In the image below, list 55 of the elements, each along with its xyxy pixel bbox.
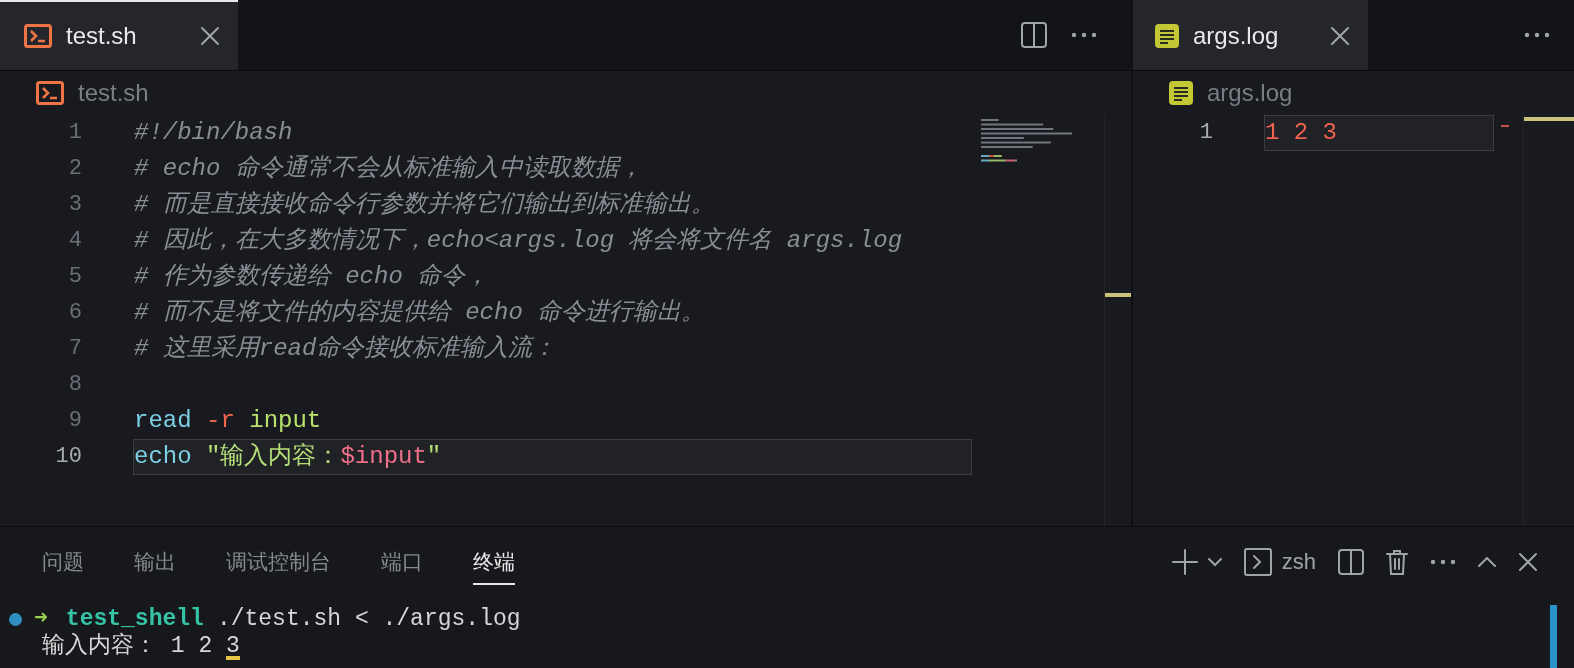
terminal-selector[interactable]: zsh [1243, 548, 1316, 576]
code-line: # 作为参数传递给 echo 命令， [134, 263, 490, 290]
chevron-up-icon[interactable] [1478, 557, 1496, 567]
line-number: 7 [67, 335, 82, 363]
line-number: 10 [54, 443, 82, 471]
output-text: 输入内容： 1 2 3 [42, 633, 240, 660]
scrollbar[interactable] [1550, 605, 1557, 668]
directory-name: test_shell [65, 606, 204, 632]
code-line: #!/bin/bash [134, 119, 293, 146]
line-number: 5 [67, 263, 82, 291]
code-line: # 因此，在大多数情况下，echo<args.log 将会将文件名 args.log [134, 227, 903, 254]
terminal-file-icon [24, 24, 52, 48]
code-line: # 而是直接接收命令行参数并将它们输出到标准输出。 [134, 191, 715, 218]
document-icon [1155, 24, 1179, 48]
editor-tab[interactable]: args.log [1133, 0, 1368, 70]
terminal-icon [1243, 548, 1272, 576]
panel-tab[interactable]: 终端 [473, 527, 515, 585]
breadcrumb-item[interactable]: args.log [1207, 79, 1293, 107]
panel-tab[interactable]: 问题 [42, 527, 84, 597]
code-line: # echo 命令通常不会从标准输入中读取数据， [134, 155, 643, 182]
code-line: # 这里采用read命令接收标准输入流： [134, 335, 557, 362]
close-icon[interactable] [1518, 552, 1538, 572]
line-number: 4 [67, 227, 82, 255]
line-number: 1 [67, 119, 82, 147]
plus-icon[interactable] [1171, 549, 1198, 575]
panel-tab[interactable]: 输出 [134, 527, 176, 597]
more-icon[interactable] [1430, 559, 1456, 565]
split-editor-icon[interactable] [1338, 549, 1364, 575]
line-number: 9 [67, 407, 82, 435]
line-number: 1 [1198, 119, 1213, 147]
prompt-arrow: ➜ [34, 606, 48, 633]
scrollbar-thumb[interactable] [1105, 293, 1131, 297]
code-line: read -r input [134, 407, 322, 434]
trash-icon[interactable] [1386, 549, 1408, 575]
line-number: 8 [67, 371, 82, 399]
code-line: # 而不是将文件的内容提供给 echo 命令进行输出。 [134, 299, 706, 326]
code-line: 1 2 3 [1265, 119, 1337, 146]
close-icon[interactable] [1330, 26, 1350, 46]
terminal-file-icon [36, 81, 64, 105]
code-line: echo "输入内容：$input" [134, 443, 442, 470]
close-icon[interactable] [200, 26, 220, 46]
breadcrumb-item[interactable]: test.sh [78, 79, 149, 107]
scrollbar-thumb[interactable] [1524, 117, 1574, 121]
line-number: 3 [67, 191, 82, 219]
panel-tab[interactable]: 端口 [381, 527, 423, 597]
line-number: 2 [67, 155, 82, 183]
more-icon[interactable] [1071, 32, 1097, 38]
editor-tab[interactable]: test.sh [0, 0, 238, 70]
panel-tab[interactable]: 调试控制台 [226, 527, 331, 597]
line-number: 6 [67, 299, 82, 327]
more-icon[interactable] [1524, 32, 1550, 38]
chevron-down-icon[interactable] [1207, 557, 1222, 567]
command-text: ./test.sh < ./args.log [216, 606, 521, 633]
document-icon [1169, 81, 1193, 105]
split-editor-icon[interactable] [1021, 22, 1047, 48]
